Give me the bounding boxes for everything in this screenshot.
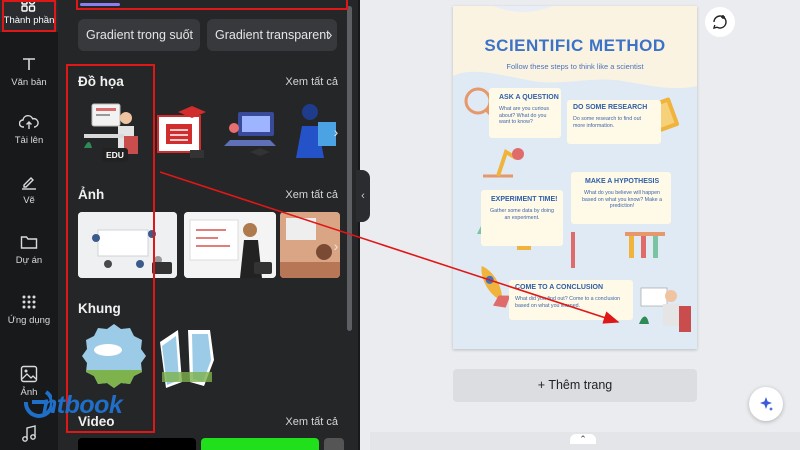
- annotation-arrow: [159, 171, 620, 324]
- canva-editor: Thành phần Văn bản Tải lên Vẽ Dự án Ứng …: [0, 0, 800, 450]
- ntbook-watermark: ntbook: [42, 391, 123, 419]
